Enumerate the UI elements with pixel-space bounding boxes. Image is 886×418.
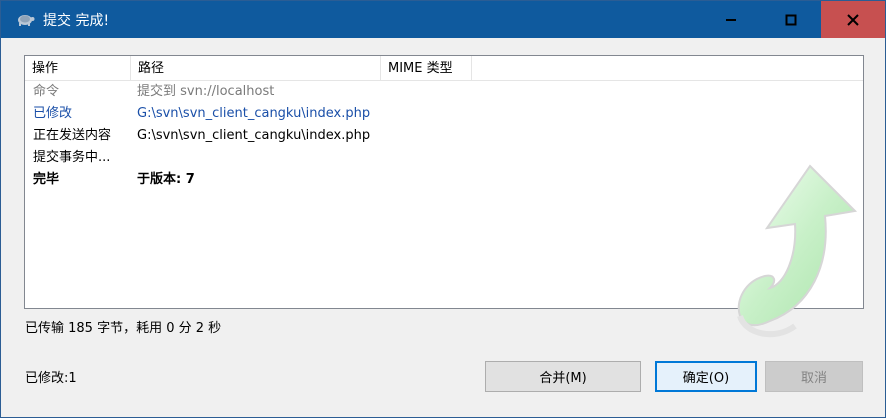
row-path: 于版本: 7 [137,172,195,187]
commit-dialog: 提交 完成! 操作 路径 MIME 类型 命令 提交到 svn://localh… [0,0,886,418]
row-path: G:\svn\svn_client_cangku\index.php [137,106,371,121]
commit-arrow-icon [737,164,858,338]
minimize-button[interactable] [701,1,761,38]
list-header: 操作 路径 MIME 类型 [25,56,863,81]
window-title: 提交 完成! [43,13,110,29]
row-action: 正在发送内容 [33,128,112,143]
row-path: G:\svn\svn_client_cangku\index.php [137,128,371,143]
title-bar[interactable]: 提交 完成! [1,1,885,38]
row-action: 完毕 [33,172,60,187]
transfer-status: 已传输 185 字节，耗用 0 分 2 秒 [25,321,222,336]
list-row[interactable]: 正在发送内容 G:\svn\svn_client_cangku\index.ph… [25,125,863,147]
commit-log-list[interactable]: 操作 路径 MIME 类型 命令 提交到 svn://localhost 已修改… [24,55,864,338]
close-icon [847,13,859,26]
row-action: 已修改 [33,106,73,121]
column-header-path[interactable]: 路径 [131,56,381,81]
minimize-icon [726,18,736,21]
list-row[interactable]: 命令 提交到 svn://localhost [25,81,863,103]
row-path: 提交到 svn://localhost [137,84,275,99]
row-action: 提交事务中... [33,150,111,165]
ok-button[interactable]: 确定(O) [655,361,757,392]
merge-button[interactable]: 合并(M) [485,361,641,392]
maximize-button[interactable] [761,1,821,38]
row-action: 命令 [33,84,60,99]
list-row[interactable]: 已修改 G:\svn\svn_client_cangku\index.php [25,103,863,125]
close-button[interactable] [821,1,885,38]
cancel-button[interactable]: 取消 [765,361,863,392]
column-header-action[interactable]: 操作 [25,56,131,81]
tortoise-icon [15,11,35,27]
modified-count: 已修改:1 [25,371,77,386]
maximize-icon [785,14,797,25]
column-header-mime-type[interactable]: MIME 类型 [381,56,472,81]
